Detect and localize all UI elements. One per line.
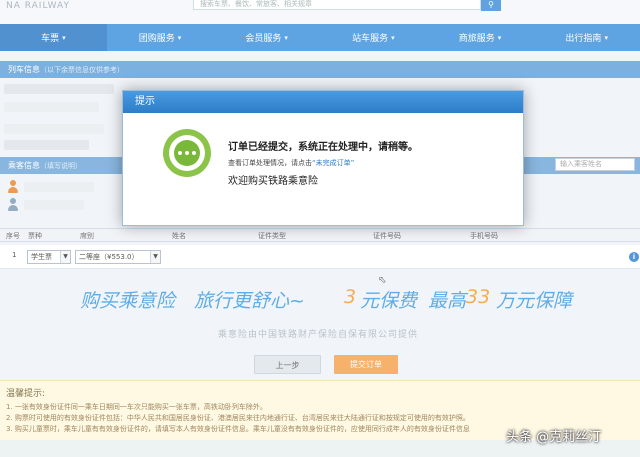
dialog-message: 订单已经提交，系统正在处理中，请稍等。 [228, 142, 418, 153]
dialog-welcome: 欢迎购买铁路乘意险 [228, 176, 318, 187]
unfinished-orders-link[interactable]: “未完成订单” [312, 159, 354, 167]
modal-backdrop [0, 0, 640, 457]
dialog-sub-message: 查看订单处理情况，请点击“未完成订单” [228, 158, 354, 168]
order-submitted-dialog: 提示 订单已经提交，系统正在处理中，请稍等。 查看订单处理情况，请点击“未完成订… [122, 90, 524, 226]
processing-icon [163, 129, 211, 177]
dialog-sub-text: 查看订单处理情况，请点击 [228, 159, 312, 167]
dialog-title: 提示 [123, 91, 523, 113]
watermark: 头条 @克莉丝汀 [506, 430, 602, 445]
